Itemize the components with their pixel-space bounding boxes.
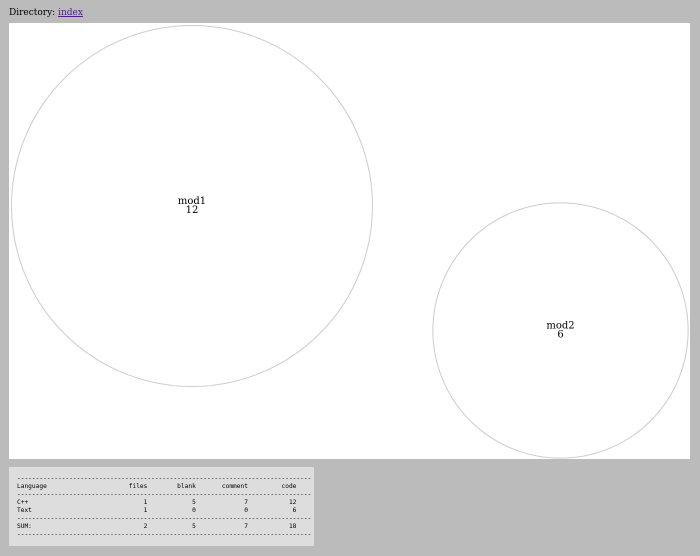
breadcrumb-index-link[interactable]: index xyxy=(58,8,83,18)
breadcrumb: Directory: index xyxy=(9,7,83,19)
stats-panel: ----------------------------------------… xyxy=(9,467,314,546)
breadcrumb-label: Directory: xyxy=(9,8,56,18)
stats-table: ----------------------------------------… xyxy=(17,475,312,538)
bubble-mod1[interactable]: mod112 xyxy=(11,25,373,387)
bubble-chart: mod112mod26 xyxy=(11,25,689,459)
bubble-value-label: 12 xyxy=(186,205,199,216)
bubble-chart-panel: mod1 12 mod2 6 xyxy=(9,23,690,459)
bubble-mod2[interactable]: mod26 xyxy=(432,202,689,459)
bubble-value-label: 6 xyxy=(557,330,563,341)
